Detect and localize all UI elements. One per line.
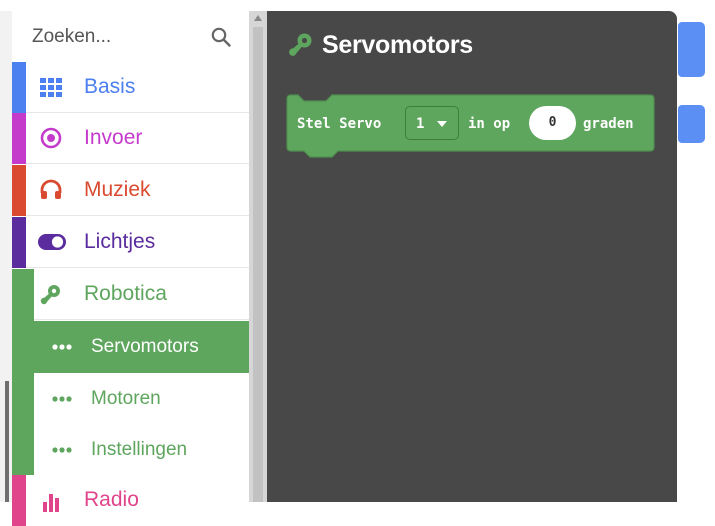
angle-input[interactable]: 0 xyxy=(529,106,576,140)
top-strip xyxy=(0,0,715,11)
category-label: Radio xyxy=(84,488,139,511)
grid-icon xyxy=(40,78,62,97)
search-input[interactable] xyxy=(32,25,202,49)
subcategory-motoren[interactable]: Motoren xyxy=(34,373,249,425)
bar-chart-icon xyxy=(43,494,59,512)
block-text-middle: in op xyxy=(468,116,511,132)
robot-arm-icon xyxy=(289,33,312,56)
angle-value: 0 xyxy=(548,115,557,130)
block-text-suffix: graden xyxy=(583,116,634,132)
block-text-prefix: Stel Servo xyxy=(297,116,382,132)
servo-dropdown[interactable]: 1 xyxy=(405,106,459,140)
robot-arm-icon xyxy=(40,285,60,305)
toolbox-search xyxy=(12,11,249,62)
search-icon[interactable] xyxy=(210,26,232,48)
category-color-bar xyxy=(12,62,26,113)
servo-dropdown-value: 1 xyxy=(416,116,425,132)
category-color-bar xyxy=(12,113,26,164)
scrollbar-thumb[interactable] xyxy=(253,27,263,502)
chevron-down-icon xyxy=(437,121,447,127)
category-label: Invoer xyxy=(84,126,143,149)
category-label: Robotica xyxy=(84,282,167,305)
workspace-button[interactable] xyxy=(678,105,705,143)
headphones-icon xyxy=(40,179,62,199)
scroll-up-arrow-icon[interactable] xyxy=(253,13,263,23)
category-radio[interactable]: Radio xyxy=(12,475,249,526)
subcategory-label: Servomotors xyxy=(91,336,199,357)
block-flyout xyxy=(267,11,677,502)
more-dots-icon xyxy=(52,396,72,402)
toggle-icon xyxy=(38,234,66,250)
flyout-title: Servomotors xyxy=(322,31,473,59)
subcategory-label: Instellingen xyxy=(91,439,188,460)
more-dots-icon xyxy=(52,344,72,350)
subcategory-instellingen[interactable]: Instellingen xyxy=(34,424,249,476)
category-invoer[interactable]: Invoer xyxy=(12,113,249,164)
workspace[interactable] xyxy=(677,11,715,502)
more-dots-icon xyxy=(52,447,72,453)
target-icon xyxy=(40,127,62,149)
workspace-button[interactable] xyxy=(678,22,705,77)
robotica-submenu-stripe xyxy=(12,269,34,475)
category-label: Basis xyxy=(84,75,136,98)
subcategory-label: Motoren xyxy=(91,388,161,409)
category-lichtjes[interactable]: Lichtjes xyxy=(12,217,249,268)
category-label: Muziek xyxy=(84,178,151,201)
category-muziek[interactable]: Muziek xyxy=(12,165,249,216)
category-color-bar xyxy=(12,217,26,268)
category-color-bar xyxy=(12,165,26,216)
category-label: Lichtjes xyxy=(84,230,156,253)
category-color-bar xyxy=(12,475,26,526)
left-edge-handle xyxy=(5,381,9,502)
category-robotica[interactable]: Robotica xyxy=(12,269,249,320)
category-basis[interactable]: Basis xyxy=(12,62,249,113)
subcategory-servomotors[interactable]: Servomotors xyxy=(34,321,249,373)
left-edge xyxy=(0,11,12,502)
